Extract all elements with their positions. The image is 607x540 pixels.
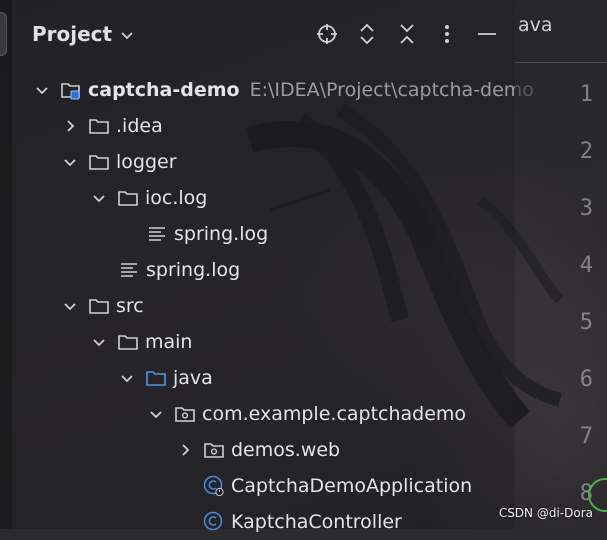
module-path-label: E:\IDEA\Project\captcha-demo xyxy=(249,79,534,101)
folder-icon xyxy=(117,332,139,352)
chevron-down-icon[interactable] xyxy=(146,404,166,424)
tree-row-spring-log-nested[interactable]: spring.log xyxy=(118,216,268,252)
tree-node-label: main xyxy=(145,331,193,353)
line-number: 1 xyxy=(579,82,593,107)
tree-row-captcha-demo[interactable]: captcha-demo E:\IDEA\Project\captcha-dem… xyxy=(32,72,534,108)
spring-class-icon xyxy=(203,475,225,497)
project-tool-window: Project captcha-demo E:\IDEA\Project\cap… xyxy=(12,0,534,533)
locate-icon[interactable] xyxy=(314,19,340,49)
chevron-down-icon[interactable] xyxy=(89,332,109,352)
text-file-icon xyxy=(118,260,140,280)
watermark-text: CSDN @di-Dora xyxy=(498,506,593,520)
folder-icon xyxy=(88,296,110,316)
line-number: 3 xyxy=(579,196,593,221)
chevron-down-icon[interactable] xyxy=(89,188,109,208)
editor-tab-divider xyxy=(515,62,607,63)
tree-node-label: java xyxy=(173,367,213,389)
source-folder-icon xyxy=(145,368,167,388)
folder-icon xyxy=(117,188,139,208)
tree-node-label: captcha-demo xyxy=(88,79,240,101)
chevron-right-icon[interactable] xyxy=(175,440,195,460)
tool-window-title: Project xyxy=(32,22,113,46)
package-icon xyxy=(203,440,225,460)
tree-row-package-root[interactable]: com.example.captchademo xyxy=(146,396,466,432)
hide-panel-icon[interactable] xyxy=(474,19,500,49)
left-tool-strip xyxy=(0,0,12,529)
editor-area: ava 1 2 3 4 5 6 7 8 xyxy=(515,0,607,529)
tree-row-src[interactable]: src xyxy=(60,288,144,324)
tree-row-spring-log[interactable]: spring.log xyxy=(90,252,240,288)
tree-row-logger[interactable]: logger xyxy=(60,144,177,180)
chevron-down-icon[interactable] xyxy=(60,152,80,172)
line-number: 5 xyxy=(579,310,593,335)
text-file-icon xyxy=(146,224,168,244)
tree-row-java[interactable]: java xyxy=(117,360,213,396)
tree-node-label: .idea xyxy=(116,115,163,137)
chevron-down-icon[interactable] xyxy=(117,368,137,388)
collapse-all-icon[interactable] xyxy=(394,19,420,49)
tool-window-toolbar xyxy=(314,19,500,49)
tool-window-header[interactable]: Project xyxy=(32,14,134,54)
tree-row-idea[interactable]: .idea xyxy=(60,108,163,144)
line-number: 7 xyxy=(579,424,593,449)
tool-window-tab[interactable] xyxy=(0,12,7,56)
tree-node-label: com.example.captchademo xyxy=(202,403,467,425)
line-number: 2 xyxy=(579,139,593,164)
expand-all-icon[interactable] xyxy=(354,19,380,49)
tree-row-ioc-log[interactable]: ioc.log xyxy=(89,180,207,216)
line-number: 4 xyxy=(579,253,593,278)
chevron-down-icon[interactable] xyxy=(120,27,134,41)
tree-node-label: CaptchaDemoApplication xyxy=(231,475,473,497)
chevron-down-icon[interactable] xyxy=(32,80,52,100)
module-folder-icon xyxy=(60,80,82,100)
tree-node-label: spring.log xyxy=(146,259,241,281)
tree-row-kaptcha-controller[interactable]: KaptchaController xyxy=(175,504,402,540)
editor-tab[interactable]: ava xyxy=(515,14,553,36)
tree-row-demos-web[interactable]: demos.web xyxy=(175,432,340,468)
tree-node-label: src xyxy=(116,295,144,317)
tree-node-label: spring.log xyxy=(174,223,269,245)
more-options-icon[interactable] xyxy=(434,19,460,49)
tree-row-main[interactable]: main xyxy=(89,324,192,360)
chevron-down-icon[interactable] xyxy=(60,296,80,316)
tree-row-captcha-demo-application[interactable]: CaptchaDemoApplication xyxy=(175,468,472,504)
folder-icon xyxy=(88,116,110,136)
package-icon xyxy=(174,404,196,424)
tree-node-label: KaptchaController xyxy=(231,511,402,533)
class-icon xyxy=(203,511,225,532)
tree-node-label: demos.web xyxy=(231,439,341,461)
tree-node-label: logger xyxy=(116,151,177,173)
line-number: 6 xyxy=(579,367,593,392)
chevron-right-icon[interactable] xyxy=(60,116,80,136)
tree-node-label: ioc.log xyxy=(145,187,208,209)
folder-icon xyxy=(88,152,110,172)
